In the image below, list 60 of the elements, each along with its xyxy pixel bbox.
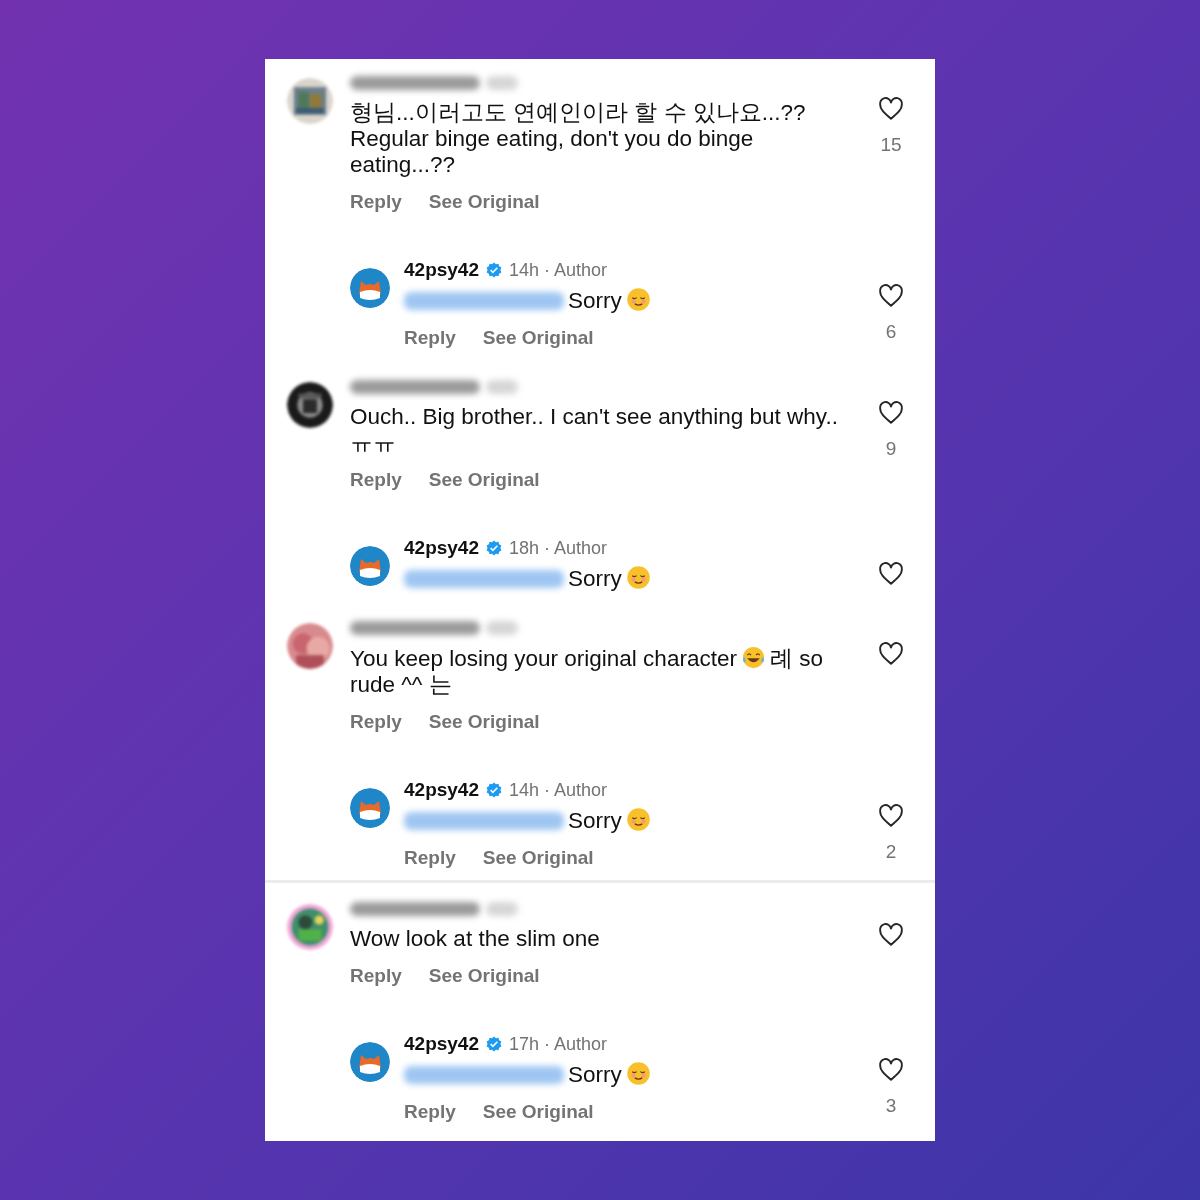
see-original-link[interactable]: See Original [428, 963, 540, 989]
comment-text: Ouch.. Big brother.. I can't see anything but why.. [350, 404, 838, 429]
like-button[interactable] [877, 1057, 905, 1083]
comment-text: rude ^^ 는 [350, 672, 453, 698]
like-button[interactable] [877, 283, 905, 309]
comment-text: Sorry [568, 288, 622, 313]
reply-link[interactable]: Reply [350, 467, 402, 493]
like-count: 6 [885, 320, 897, 344]
comment-text: Sorry [568, 566, 622, 591]
like-count: 3 [885, 1094, 897, 1118]
like-button[interactable] [877, 96, 905, 122]
see-original-link[interactable]: See Original [428, 189, 540, 215]
comment-meta: 14h · Author [509, 778, 608, 802]
comment-meta: 14h · Author [509, 258, 608, 282]
like-button[interactable] [877, 803, 905, 829]
comment-text: Sorry [568, 1062, 622, 1087]
reply-link[interactable]: Reply [404, 1099, 456, 1125]
like-count: 9 [885, 437, 897, 461]
see-original-link[interactable]: See Original [428, 709, 540, 735]
like-button[interactable] [877, 400, 905, 426]
comment-meta: 18h · Author [509, 536, 608, 560]
fox-avatar [350, 268, 390, 308]
comment-meta: 17h · Author [509, 1032, 608, 1056]
blurred-time [486, 902, 518, 916]
like-button[interactable] [877, 561, 905, 587]
see-original-link[interactable]: See Original [428, 467, 540, 493]
comment-text: You keep losing your original character [350, 646, 737, 671]
reply-link[interactable]: Reply [350, 189, 402, 215]
comment-text: Wow look at the slim one [350, 926, 600, 951]
reply-link[interactable]: Reply [350, 709, 402, 735]
fox-avatar [350, 788, 390, 828]
comment-text: Regular binge eating, don't you do binge eating...?? [350, 126, 755, 178]
comment-text: ㅠㅠ [350, 430, 397, 456]
reply-link[interactable]: Reply [404, 845, 456, 871]
username[interactable]: 42psy42 [404, 533, 479, 563]
like-button[interactable] [877, 922, 905, 948]
smiling-emoji-icon [625, 807, 651, 832]
comment-text: 형님...이러고도 연예인이라 할 수 있나요...?? [350, 100, 806, 125]
smiling-emoji-icon [625, 1061, 651, 1086]
comment-text: 례 so [769, 646, 823, 671]
username[interactable]: 42psy42 [404, 775, 479, 805]
comment-text: Sorry [568, 808, 622, 833]
reply-link[interactable]: Reply [404, 325, 456, 351]
laughing-emoji-icon [740, 645, 766, 670]
see-original-link[interactable]: See Original [482, 845, 594, 871]
reply-link[interactable]: Reply [350, 963, 402, 989]
see-original-link[interactable]: See Original [482, 325, 594, 351]
like-count: 2 [885, 840, 897, 864]
fox-avatar [350, 1042, 390, 1082]
username[interactable]: 42psy42 [404, 1029, 479, 1059]
username[interactable]: 42psy42 [404, 255, 479, 285]
fox-avatar [350, 546, 390, 586]
blurred-time [486, 621, 518, 635]
smiling-emoji-icon [625, 565, 651, 590]
like-count: 15 [880, 133, 902, 157]
like-button[interactable] [877, 641, 905, 667]
smiling-emoji-icon [625, 287, 651, 312]
blurred-time [486, 380, 518, 394]
blurred-time [486, 76, 518, 90]
see-original-link[interactable]: See Original [482, 1099, 594, 1125]
